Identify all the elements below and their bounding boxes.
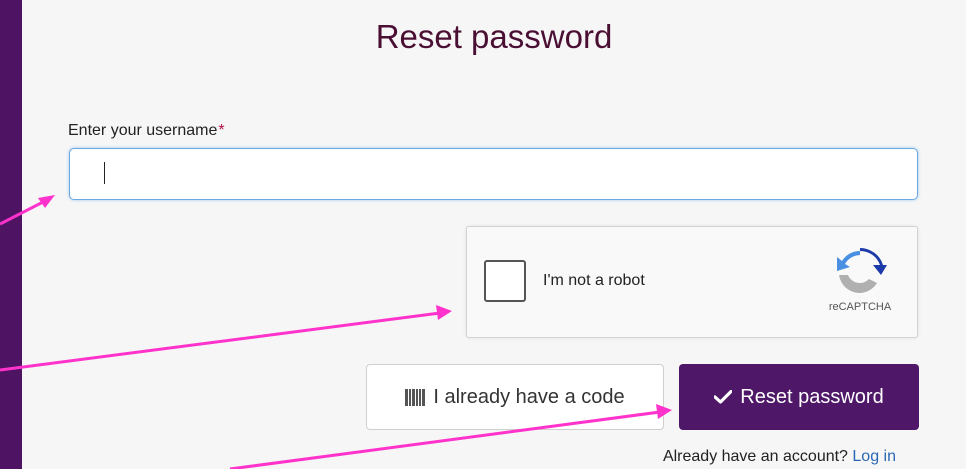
login-link[interactable]: Log in [852, 448, 896, 465]
captcha-label: I'm not a robot [543, 272, 645, 289]
have-code-button[interactable]: I already have a code [366, 364, 664, 430]
barcode-icon [405, 388, 426, 406]
reset-password-label: Reset password [740, 385, 884, 408]
have-code-label: I already have a code [433, 385, 625, 408]
username-label: Enter your username* [68, 122, 225, 140]
reset-password-panel: Reset password Enter your username* I'm … [22, 0, 966, 469]
page-title: Reset password [375, 18, 613, 55]
recaptcha-logo-icon [837, 247, 887, 294]
required-marker: * [218, 122, 225, 139]
checkmark-icon [714, 390, 733, 404]
recaptcha-brand: reCAPTCHA [828, 301, 892, 313]
captcha-checkbox[interactable] [484, 260, 526, 302]
text-caret [104, 162, 105, 184]
login-prompt: Already have an account? Log in [663, 448, 896, 466]
login-prompt-text: Already have an account? [662, 448, 848, 465]
recaptcha-widget: I'm not a robot reCAPTCHA [466, 226, 918, 338]
username-label-text: Enter your username [68, 122, 218, 139]
reset-password-button[interactable]: Reset password [679, 364, 919, 430]
username-input[interactable] [69, 148, 918, 200]
